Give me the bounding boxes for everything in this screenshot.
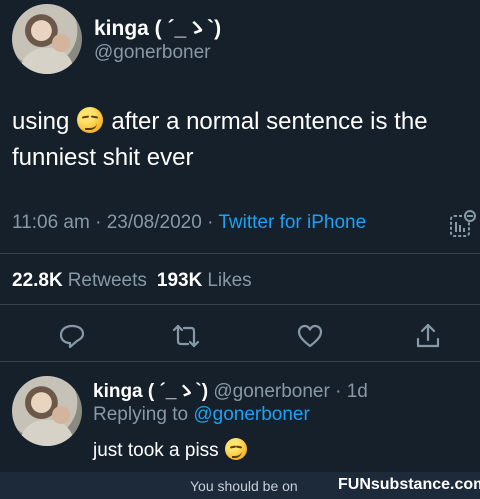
replying-to-mention[interactable]: @gonerboner [193, 404, 309, 425]
tweet-time: 11:06 am [12, 212, 90, 233]
tweet-header: kinga ( ´_ゝ`) @gonerboner [12, 4, 472, 78]
avatar[interactable] [12, 4, 82, 74]
footer-text: You should be on [190, 478, 298, 494]
tweet-text-part1: using [12, 108, 70, 135]
reply-display-name[interactable]: kinga ( ´_ゝ`) [93, 381, 208, 402]
user-handle[interactable]: @gonerboner [94, 42, 210, 64]
footer-brand: FUNsubstance.com [338, 476, 480, 493]
retweets-count[interactable]: 22.8K [12, 270, 63, 291]
divider [0, 253, 480, 254]
reply-age: 1d [346, 381, 368, 402]
watermark-footer: You should be on FUNsubstance.com [0, 472, 480, 499]
like-icon[interactable] [296, 322, 324, 350]
reply-tweet[interactable]: kinga ( ´_ゝ`) @gonerboner · 1d Replying … [0, 362, 480, 472]
tweet-stats: 22.8K Retweets 193K Likes [12, 270, 262, 292]
smirking-face-emoji-icon [224, 438, 247, 460]
reply-text-content: just took a piss [93, 440, 219, 461]
reply-handle[interactable]: @gonerboner [213, 381, 329, 402]
tweet-meta: 11:06 am · 23/08/2020 · Twitter for iPho… [12, 212, 367, 233]
replying-prefix: Replying to [93, 404, 189, 425]
reply-text: just took a piss [93, 438, 247, 462]
smirking-face-emoji-icon [77, 107, 104, 133]
divider [0, 304, 480, 305]
likes-label[interactable]: Likes [207, 270, 251, 291]
replying-to: Replying to @gonerboner [93, 404, 310, 426]
avatar[interactable] [12, 376, 82, 446]
retweets-label[interactable]: Retweets [68, 270, 147, 291]
tweet-text-part2: after a normal sentence is the funniest … [12, 108, 428, 171]
display-name[interactable]: kinga ( ´_ゝ`) [94, 12, 221, 42]
reply-icon[interactable] [58, 322, 86, 350]
share-icon[interactable] [414, 322, 442, 350]
tweet-source-link[interactable]: Twitter for iPhone [218, 212, 366, 233]
tweet-text: using after a normal sentence is the funn… [12, 104, 467, 176]
reply-header: kinga ( ´_ゝ`) @gonerboner · 1d [93, 381, 368, 402]
likes-count[interactable]: 193K [157, 270, 202, 291]
tweet-date: 23/08/2020 [106, 212, 202, 233]
analytics-icon[interactable] [450, 210, 476, 238]
retweet-icon[interactable] [172, 322, 200, 350]
